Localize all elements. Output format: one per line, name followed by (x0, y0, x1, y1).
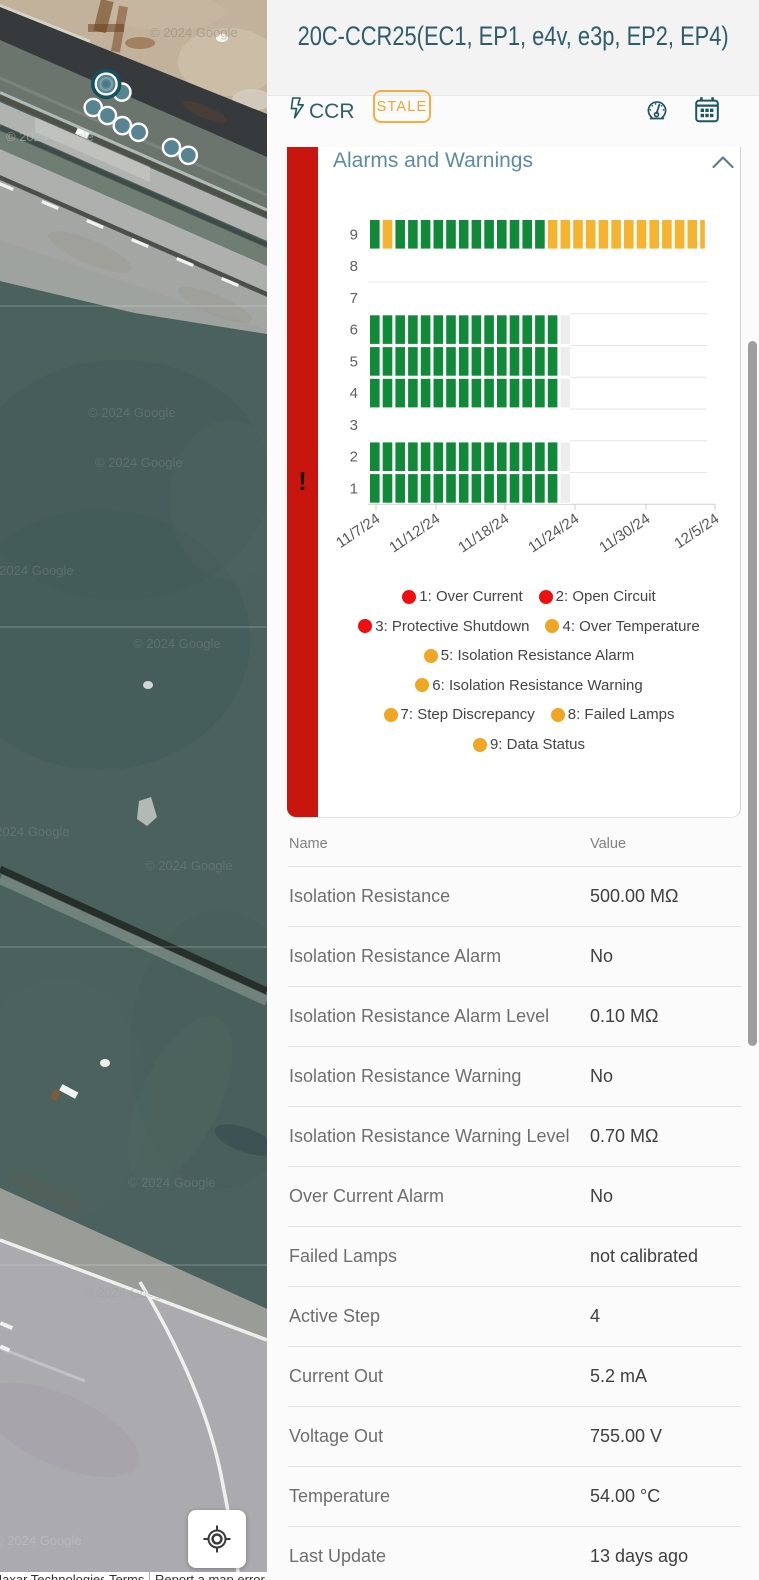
svg-text:© 2024 Google: © 2024 Google (133, 636, 221, 651)
svg-text:4: 4 (350, 385, 358, 402)
svg-text:© 2024 Google: © 2024 Google (0, 824, 70, 839)
svg-text:© 2024 Google: © 2024 Google (150, 25, 238, 40)
svg-text:11/7/24: 11/7/24 (333, 510, 383, 551)
svg-text:© 2024 Google: © 2024 Google (145, 858, 233, 873)
svg-text:5: 5 (350, 353, 358, 370)
svg-text:© 2024 Google: © 2024 Google (0, 563, 74, 578)
svg-text:© 2024 Google: © 2024 Google (6, 129, 94, 144)
svg-text:12/5/24: 12/5/24 (671, 510, 722, 552)
svg-text:© 2024 Google: © 2024 Google (95, 455, 183, 470)
svg-text:© 2024 Google: © 2024 Google (84, 1285, 172, 1300)
svg-text:7: 7 (350, 290, 358, 307)
svg-text:1: 1 (350, 480, 358, 497)
svg-text:© 2024 Google: © 2024 Google (88, 405, 176, 420)
svg-text:9: 9 (350, 226, 358, 243)
svg-text:© 2024 Google: © 2024 Google (0, 1533, 82, 1548)
svg-text:6: 6 (350, 322, 358, 339)
svg-text:2: 2 (350, 449, 358, 466)
svg-text:© 2024 Google: © 2024 Google (128, 1175, 216, 1190)
svg-text:11/30/24: 11/30/24 (596, 510, 653, 556)
svg-text:3: 3 (350, 417, 358, 434)
svg-text:11/18/24: 11/18/24 (455, 510, 512, 556)
svg-text:11/24/24: 11/24/24 (525, 510, 582, 556)
svg-text:11/12/24: 11/12/24 (386, 510, 443, 556)
svg-text:8: 8 (350, 258, 358, 275)
